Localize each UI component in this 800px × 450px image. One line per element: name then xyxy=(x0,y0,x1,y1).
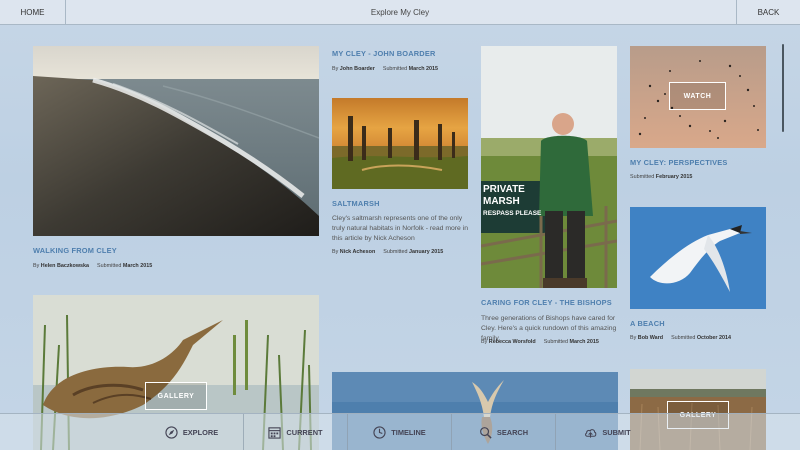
bottom-nav: EXPLORE CURRENT TIMELINE SEARCH SUBMIT xyxy=(0,413,800,450)
perspectives-title[interactable]: MY CLEY: PERSPECTIVES xyxy=(630,158,728,167)
beach-title[interactable]: A BEACH xyxy=(630,319,665,328)
saltmarsh-photo[interactable] xyxy=(332,98,468,189)
nav-timeline[interactable]: TIMELINE xyxy=(348,414,451,450)
clock-icon xyxy=(373,426,386,439)
perspectives-watch-button[interactable]: WATCH xyxy=(669,82,726,110)
nav-current[interactable]: CURRENT xyxy=(244,414,347,450)
nav-search[interactable]: SEARCH xyxy=(452,414,555,450)
page-title: Explore My Cley xyxy=(370,8,430,17)
walking-title[interactable]: WALKING FROM CLEY xyxy=(33,246,117,255)
walking-photo[interactable] xyxy=(33,46,319,236)
nav-submit[interactable]: SUBMIT xyxy=(556,414,659,450)
saltmarsh-title[interactable]: SALTMARSH xyxy=(332,199,380,208)
search-icon xyxy=(479,427,492,439)
bittern-gallery-button[interactable]: GALLERY xyxy=(145,382,207,410)
compass-icon xyxy=(165,426,178,439)
perspectives-meta: Submitted February 2015 xyxy=(630,174,693,180)
beach-photo[interactable] xyxy=(630,207,766,309)
caring-photo[interactable]: PRIVATE MARSH RESPASS PLEASE xyxy=(481,46,617,288)
calendar-icon xyxy=(268,427,282,439)
caring-meta: By Rebecca Worsfold Submitted March 2015 xyxy=(481,339,599,345)
beach-meta: By Bob Ward Submitted October 2014 xyxy=(630,335,732,341)
cloud-upload-icon xyxy=(585,429,597,438)
scrollbar-thumb[interactable] xyxy=(782,44,784,132)
nav-explore[interactable]: EXPLORE xyxy=(140,414,243,450)
back-button[interactable]: BACK xyxy=(736,0,800,25)
walking-meta: By Helen Baczkowska Submitted March 2015 xyxy=(33,263,153,269)
saltmarsh-description: Cley's saltmarsh represents one of the o… xyxy=(332,215,468,242)
caring-title[interactable]: CARING FOR CLEY - THE BISHOPS xyxy=(481,298,612,307)
caring-sign-text: PRIVATE MARSH RESPASS PLEASE xyxy=(483,184,542,217)
saltmarsh-meta: By Nick Acheson Submitted January 2015 xyxy=(332,249,444,255)
john-meta: By John Boarder Submitted March 2015 xyxy=(332,66,438,72)
john-title[interactable]: MY CLEY - JOHN BOARDER xyxy=(332,49,436,58)
top-bar: HOME Explore My Cley BACK xyxy=(0,0,800,25)
